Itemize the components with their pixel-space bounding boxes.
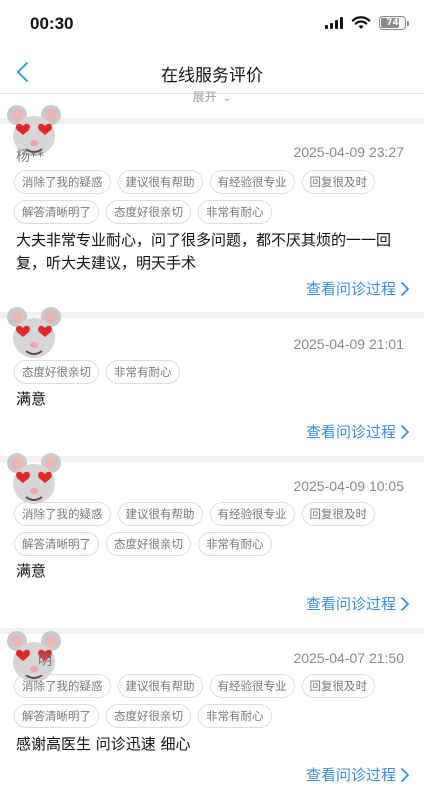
review-tag: 消除了我的疑惑 bbox=[14, 170, 111, 194]
battery-level: 74 bbox=[386, 18, 399, 28]
review-tag: 解答清晰明了 bbox=[14, 704, 99, 728]
review-tag: 建议很有帮助 bbox=[117, 170, 203, 194]
page-title: 在线服务评价 bbox=[161, 66, 263, 86]
mouse-avatar-icon bbox=[7, 307, 61, 358]
review-tag: 消除了我的疑惑 bbox=[14, 674, 111, 698]
review-date: 2025-04-07 21:50 bbox=[293, 650, 404, 666]
review-tag: 态度好很亲切 bbox=[14, 360, 99, 384]
expand-toggle[interactable]: 展开 ⌄ bbox=[0, 88, 424, 102]
chevron-right-icon bbox=[401, 424, 410, 439]
review-text: 满意 bbox=[16, 562, 47, 580]
status-icons: 74 bbox=[325, 16, 409, 30]
review-tag: 建议很有帮助 bbox=[117, 502, 203, 526]
review-text: 大夫非常专业耐心，问了很多问题，都不厌其烦的一一回复，听大夫建议，明天手术 bbox=[16, 231, 392, 272]
review-tag: 回复很及时 bbox=[301, 674, 375, 698]
review-tag: 建议很有帮助 bbox=[117, 674, 203, 698]
chevron-down-icon: ⌄ bbox=[222, 93, 232, 102]
view-consultation-link[interactable]: 查看问诊过程 bbox=[306, 421, 410, 442]
status-time: 00:30 bbox=[30, 14, 74, 33]
cellular-signal-icon bbox=[325, 17, 343, 29]
view-consultation-label: 查看问诊过程 bbox=[305, 423, 396, 441]
review-tag: 非常有耐心 bbox=[106, 360, 180, 384]
review-date: 2025-04-09 21:01 bbox=[293, 336, 404, 352]
review-tag: 解答清晰明了 bbox=[14, 532, 99, 556]
chevron-right-icon bbox=[401, 596, 410, 611]
tag-list: 消除了我的疑惑 建议很有帮助 有经验很专业 回复很及时 解答清晰明了 态度好很亲… bbox=[14, 502, 408, 556]
review-date: 2025-04-09 23:27 bbox=[293, 144, 404, 160]
view-consultation-label: 查看问诊过程 bbox=[305, 595, 396, 613]
battery-icon: 74 bbox=[379, 16, 409, 30]
review-tag: 有经验很专业 bbox=[209, 170, 295, 194]
tag-list: 消除了我的疑惑 建议很有帮助 有经验很专业 回复很及时 解答清晰明了 态度好很亲… bbox=[14, 674, 408, 728]
reviewer-name: 明 bbox=[38, 653, 52, 669]
review-tag: 态度好很亲切 bbox=[106, 200, 191, 224]
status-bar: 00:30 74 bbox=[0, 0, 424, 48]
review-tag: 非常有耐心 bbox=[198, 532, 272, 556]
review-card: 2025-04-09 21:01 态度好很亲切 非常有耐心 满意 查看问诊过程 bbox=[0, 307, 424, 456]
view-consultation-label: 查看问诊过程 bbox=[305, 280, 396, 298]
review-tag: 回复很及时 bbox=[301, 170, 375, 194]
view-consultation-label: 查看问诊过程 bbox=[305, 766, 396, 784]
reviewer-name: 杨** bbox=[16, 149, 44, 165]
view-consultation-link[interactable]: 查看问诊过程 bbox=[306, 278, 410, 299]
view-consultation-link[interactable]: 查看问诊过程 bbox=[306, 764, 410, 785]
wifi-icon bbox=[351, 16, 371, 29]
review-tag: 非常有耐心 bbox=[198, 704, 272, 728]
review-date: 2025-04-09 10:05 bbox=[293, 478, 404, 494]
view-consultation-link[interactable]: 查看问诊过程 bbox=[306, 593, 410, 614]
review-tag: 消除了我的疑惑 bbox=[14, 502, 111, 526]
chevron-right-icon bbox=[401, 281, 410, 296]
review-tag: 非常有耐心 bbox=[198, 200, 272, 224]
review-card: 杨** 2025-04-09 23:27 消除了我的疑惑 建议很有帮助 有经验很… bbox=[0, 105, 424, 312]
review-tag: 有经验很专业 bbox=[209, 502, 295, 526]
review-tag: 有经验很专业 bbox=[209, 674, 295, 698]
review-text: 感谢高医生 问诊迅速 细心 bbox=[16, 735, 191, 753]
review-tag: 态度好很亲切 bbox=[106, 532, 191, 556]
chevron-right-icon bbox=[401, 767, 410, 782]
review-card: 2025-04-09 10:05 消除了我的疑惑 建议很有帮助 有经验很专业 回… bbox=[0, 453, 424, 628]
mouse-avatar-icon bbox=[7, 453, 61, 504]
review-card: 明 2025-04-07 21:50 消除了我的疑惑 建议很有帮助 有经验很专业… bbox=[0, 631, 424, 800]
review-text: 满意 bbox=[16, 390, 47, 408]
review-tag: 回复很及时 bbox=[301, 502, 375, 526]
tag-list: 消除了我的疑惑 建议很有帮助 有经验很专业 回复很及时 解答清晰明了 态度好很亲… bbox=[14, 170, 408, 224]
expand-label: 展开 bbox=[192, 90, 217, 102]
review-tag: 态度好很亲切 bbox=[106, 704, 191, 728]
tag-list: 态度好很亲切 非常有耐心 bbox=[14, 360, 408, 384]
review-tag: 解答清晰明了 bbox=[14, 200, 99, 224]
